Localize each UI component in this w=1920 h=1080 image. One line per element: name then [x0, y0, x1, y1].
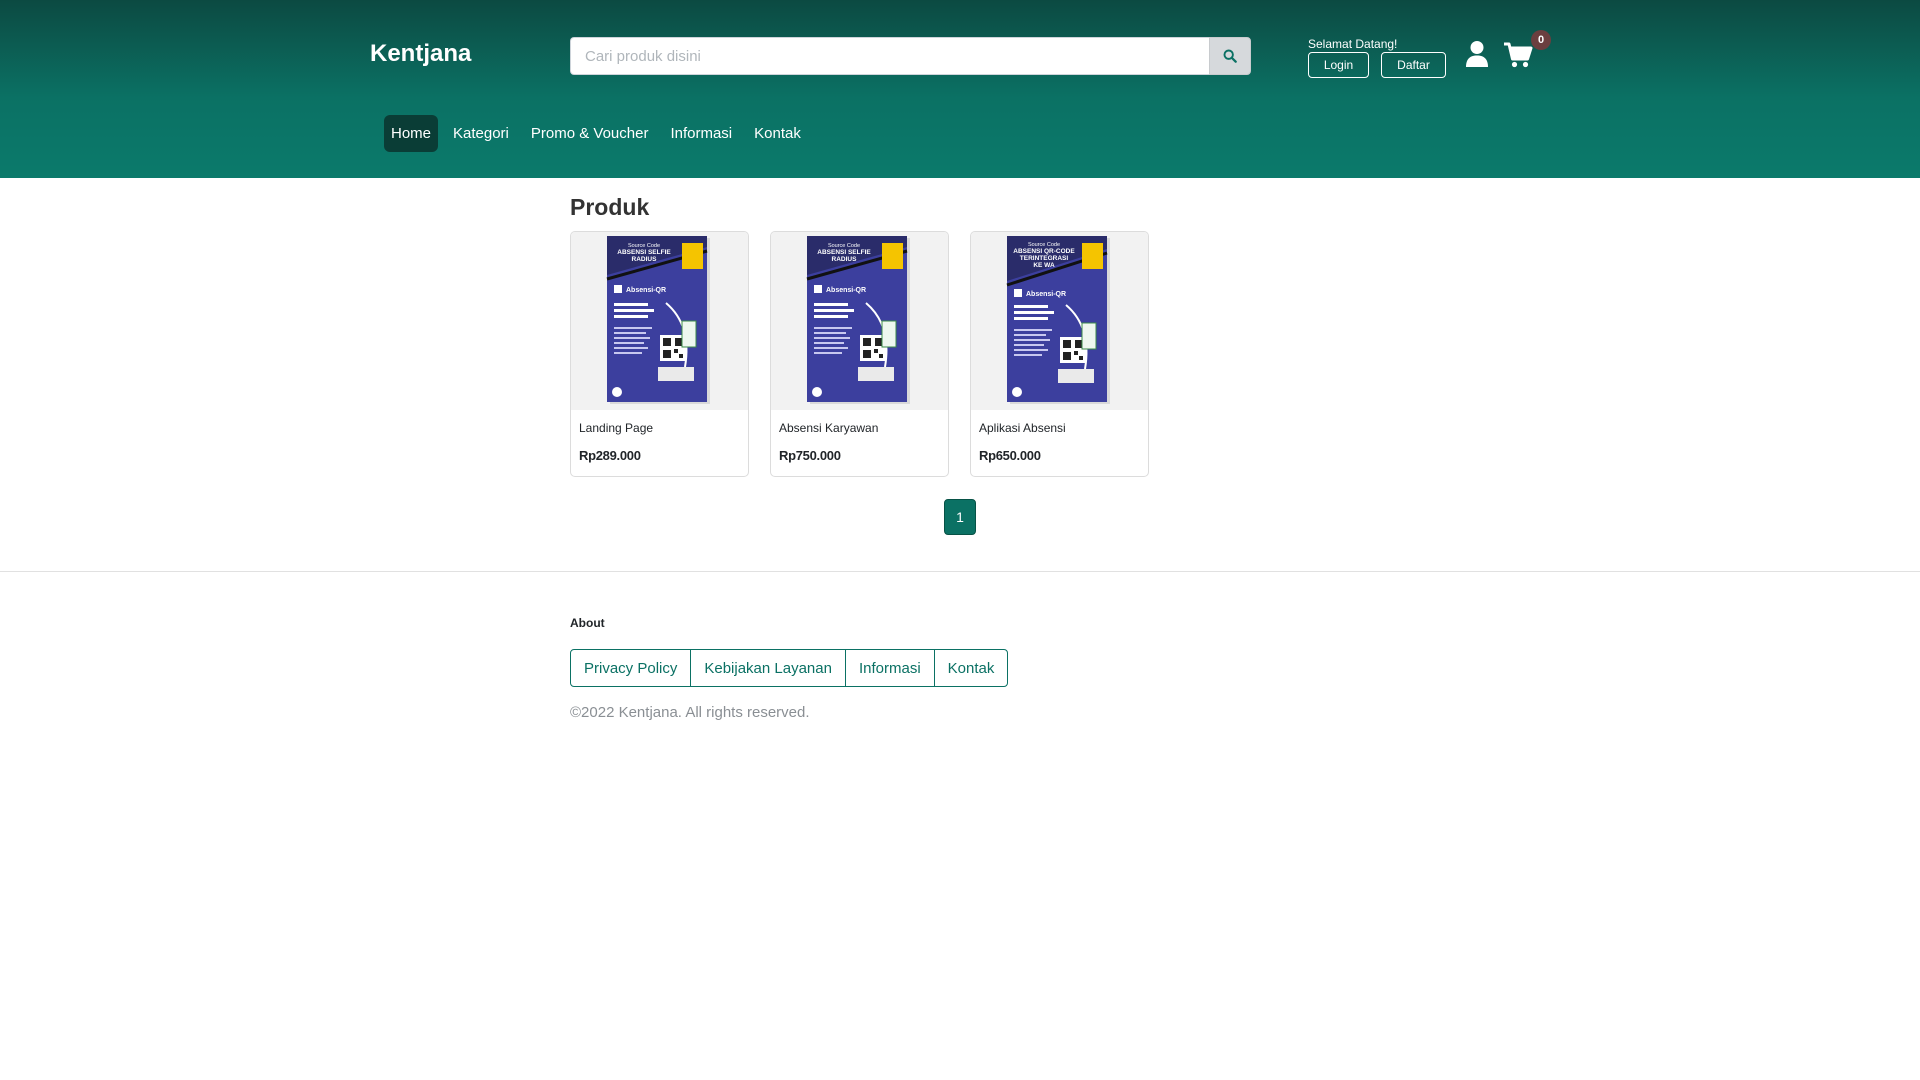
footer-divider — [0, 571, 1920, 572]
cover-title-line: RADIUS — [631, 256, 657, 263]
welcome-text: Selamat Datang! — [1308, 37, 1398, 51]
cart-icon[interactable] — [1503, 41, 1533, 69]
product-cover-image: Source Code ABSENSI SELFIE RADIUS Absens… — [806, 236, 910, 404]
product-image-wrap: Source Code ABSENSI SELFIE RADIUS Absens… — [771, 232, 948, 410]
footer-links: Privacy Policy Kebijakan Layanan Informa… — [570, 649, 1009, 687]
product-price: Rp750.000 — [779, 448, 841, 463]
product-price: Rp289.000 — [579, 448, 641, 463]
cover-title-line: RADIUS — [831, 256, 857, 263]
product-image-wrap: Source Code ABSENSI SELFIE RADIUS Absens… — [571, 232, 748, 410]
product-name: Absensi Karyawan — [779, 421, 879, 435]
register-button[interactable]: Daftar — [1381, 52, 1446, 78]
product-card[interactable]: Source Code ABSENSI SELFIE RADIUS Absens… — [570, 231, 749, 477]
search-icon — [1223, 49, 1237, 63]
product-card[interactable]: Source Code ABSENSI QR-CODE TERINTEGRASI… — [970, 231, 1149, 477]
site-header: Kentjana Selamat Datang! Login Daftar 0 … — [0, 0, 1920, 178]
cover-brand: Absensi-QR — [1026, 291, 1066, 298]
cover-brand: Absensi-QR — [826, 287, 866, 294]
cover-title-line: ABSENSI SELFIE — [817, 249, 871, 256]
nav-informasi[interactable]: Informasi — [663, 115, 739, 152]
search-bar — [570, 37, 1251, 75]
footer-link-informasi[interactable]: Informasi — [844, 649, 935, 687]
cover-title-line: KE WA — [1033, 262, 1055, 269]
cart-count-badge: 0 — [1531, 30, 1551, 50]
footer-about-heading: About — [570, 616, 605, 630]
login-button[interactable]: Login — [1308, 52, 1369, 78]
footer-link-privacy-policy[interactable]: Privacy Policy — [570, 649, 692, 687]
product-price: Rp650.000 — [979, 448, 1041, 463]
product-cover-image: Source Code ABSENSI QR-CODE TERINTEGRASI… — [1006, 236, 1110, 404]
product-cover-image: Source Code ABSENSI SELFIE RADIUS Absens… — [606, 236, 710, 404]
footer-link-kontak[interactable]: Kontak — [933, 649, 1009, 687]
pagination-page-button[interactable]: 1 — [944, 499, 976, 535]
main-nav: Home Kategori Promo & Voucher Informasi … — [384, 115, 808, 152]
nav-promo-voucher[interactable]: Promo & Voucher — [524, 115, 656, 152]
product-image-wrap: Source Code ABSENSI QR-CODE TERINTEGRASI… — [971, 232, 1148, 410]
cover-title-line: ABSENSI QR-CODE — [1013, 248, 1075, 255]
section-title: Produk — [570, 194, 650, 220]
brand-logo[interactable]: Kentjana — [370, 40, 471, 68]
user-icon[interactable] — [1465, 40, 1489, 68]
search-button[interactable] — [1209, 37, 1251, 75]
nav-kontak[interactable]: Kontak — [747, 115, 808, 152]
nav-home[interactable]: Home — [384, 115, 439, 152]
copyright-text: ©2022 Kentjana. All rights reserved. — [570, 704, 810, 721]
cover-title-line: TERINTEGRASI — [1019, 255, 1068, 262]
cover-brand: Absensi-QR — [626, 287, 666, 294]
footer-link-kebijakan-layanan[interactable]: Kebijakan Layanan — [690, 649, 846, 687]
product-grid: Source Code ABSENSI SELFIE RADIUS Absens… — [570, 231, 1149, 477]
product-name: Landing Page — [579, 421, 654, 435]
product-name: Aplikasi Absensi — [979, 421, 1066, 435]
nav-kategori[interactable]: Kategori — [446, 115, 516, 152]
product-card[interactable]: Source Code ABSENSI SELFIE RADIUS Absens… — [770, 231, 949, 477]
cover-title-line: ABSENSI SELFIE — [617, 249, 671, 256]
search-input[interactable] — [570, 37, 1209, 75]
